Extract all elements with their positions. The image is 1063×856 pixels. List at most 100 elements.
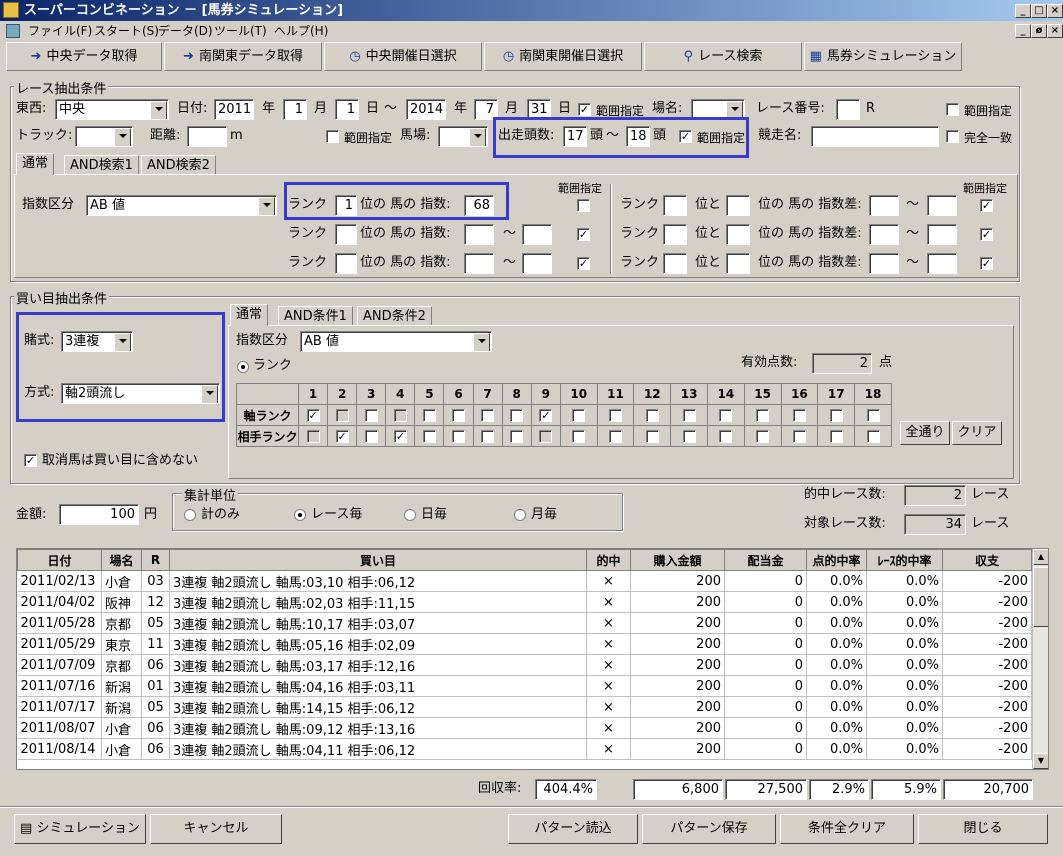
baba-select[interactable] <box>438 126 488 147</box>
axis-rank-checkbox[interactable] <box>364 409 378 422</box>
load-pattern-button[interactable]: パターン読込 <box>508 814 638 844</box>
partner-rank-checkbox[interactable] <box>510 430 524 443</box>
index2-to-input[interactable] <box>522 224 552 245</box>
partner-rank-checkbox[interactable]: ✓ <box>335 430 349 443</box>
agg-month-radio[interactable] <box>514 509 526 521</box>
rank1-input[interactable]: 1 <box>335 195 357 216</box>
index3-from-input[interactable] <box>464 253 494 274</box>
diff3-from[interactable] <box>869 253 899 274</box>
cancel-button[interactable]: キャンセル <box>150 814 282 844</box>
column-header[interactable]: 購入金額 <box>630 549 725 571</box>
axis-rank-checkbox[interactable] <box>572 409 586 422</box>
race-range-checkbox[interactable] <box>946 103 959 116</box>
south-kanto-data-button[interactable]: ➜ 南関東データ取得 <box>164 42 322 71</box>
table-row[interactable]: 2011/08/14 小倉 06 3連複 軸2頭流し 軸馬:04,11 相手:06,1… <box>17 738 1032 760</box>
table-row[interactable]: 2011/02/13 小倉 03 3連複 軸2頭流し 軸馬:03,10 相手:06,1… <box>17 570 1032 592</box>
axis-rank-checkbox[interactable] <box>481 409 495 422</box>
scroll-up-arrow[interactable]: ▲ <box>1033 549 1048 565</box>
column-header[interactable]: R <box>141 549 170 571</box>
vertical-scrollbar[interactable]: ▲ ▼ <box>1032 549 1048 769</box>
runners-to-input[interactable]: 18 <box>626 126 650 147</box>
table-row[interactable]: 2011/07/09 京都 06 3連複 軸2頭流し 軸馬:03,17 相手:12,1… <box>17 654 1032 676</box>
tab-bet-normal[interactable]: 通常 <box>230 304 269 326</box>
table-row[interactable]: 2011/05/28 京都 05 3連複 軸2頭流し 軸馬:10,17 相手:03,0… <box>17 612 1032 634</box>
axis-rank-checkbox[interactable]: ✓ <box>539 409 553 422</box>
diff3-checkbox[interactable]: ✓ <box>980 257 993 270</box>
diff2-rank-b[interactable] <box>726 224 750 245</box>
runners-from-input[interactable]: 17 <box>563 126 587 147</box>
axis-rank-checkbox[interactable] <box>422 409 436 422</box>
bet-type-select[interactable]: 3連複 <box>61 331 133 352</box>
date-range-checkbox[interactable]: ✓ <box>578 103 591 116</box>
diff3-to[interactable] <box>927 253 957 274</box>
amount-input[interactable]: 100 <box>59 504 139 525</box>
column-header[interactable]: 収支 <box>942 549 1032 571</box>
agg-race-radio[interactable] <box>294 509 306 521</box>
partner-rank-checkbox[interactable] <box>829 430 843 443</box>
method-select[interactable]: 軸2頭流し <box>61 383 220 404</box>
partner-rank-checkbox[interactable] <box>452 430 466 443</box>
distance-range-checkbox[interactable] <box>326 130 339 143</box>
table-row[interactable]: 2011/07/16 新潟 01 3連複 軸2頭流し 軸馬:04,16 相手:03,1… <box>17 675 1032 697</box>
maximize-button[interactable]: □ <box>1031 4 1047 18</box>
partner-rank-checkbox[interactable] <box>306 430 320 443</box>
simulation-button[interactable]: ▤ シミュレーション <box>14 814 146 844</box>
close-window-button[interactable]: 閉じる <box>918 814 1048 844</box>
runners-range-checkbox[interactable]: ✓ <box>679 130 692 143</box>
ticket-simulation-button[interactable]: ▦ 馬券シミュレーション <box>804 42 962 71</box>
partner-rank-checkbox[interactable] <box>609 430 623 443</box>
clear-all-button[interactable]: 条件全クリア <box>780 814 914 844</box>
column-header[interactable]: ﾚｰｽ的中率 <box>866 549 943 571</box>
diff2-from[interactable] <box>869 224 899 245</box>
diff2-rank-a[interactable] <box>663 224 687 245</box>
diff3-rank-b[interactable] <box>726 253 750 274</box>
partner-rank-checkbox[interactable] <box>792 430 806 443</box>
bet-index-select[interactable]: AB 値 <box>300 331 492 352</box>
axis-rank-checkbox[interactable] <box>609 409 623 422</box>
column-header[interactable]: 点的中率 <box>806 549 867 571</box>
partner-rank-checkbox[interactable] <box>756 430 770 443</box>
tab-normal[interactable]: 通常 <box>16 153 55 175</box>
scroll-down-arrow[interactable]: ▼ <box>1033 753 1048 769</box>
central-date-button[interactable]: ◷ 中央開催日選択 <box>324 42 482 71</box>
scroll-thumb[interactable] <box>1033 567 1048 627</box>
range2-checkbox[interactable]: ✓ <box>577 228 590 241</box>
exact-match-checkbox[interactable] <box>946 130 959 143</box>
diff1-from[interactable] <box>869 195 899 216</box>
index3-to-input[interactable] <box>522 253 552 274</box>
tab-and-cond2[interactable]: AND条件2 <box>357 306 432 326</box>
range3-checkbox[interactable]: ✓ <box>577 257 590 270</box>
table-row[interactable]: 2011/07/17 新潟 05 3連複 軸2頭流し 軸馬:14,15 相手:06,1… <box>17 696 1032 718</box>
race-search-button[interactable]: ⚲ レース検索 <box>644 42 802 71</box>
column-header[interactable]: 買い目 <box>169 549 587 571</box>
partner-rank-checkbox[interactable] <box>422 430 436 443</box>
partner-rank-checkbox[interactable] <box>682 430 696 443</box>
clear-button[interactable]: クリア <box>952 421 1002 445</box>
axis-rank-checkbox[interactable] <box>393 409 407 422</box>
tab-and-search1[interactable]: AND検索1 <box>64 155 139 175</box>
diff2-checkbox[interactable]: ✓ <box>980 228 993 241</box>
distance-input[interactable] <box>187 126 227 147</box>
agg-day-radio[interactable] <box>404 509 416 521</box>
agg-total-radio[interactable] <box>184 509 196 521</box>
race-number-input[interactable] <box>836 99 860 120</box>
partner-rank-checkbox[interactable] <box>572 430 586 443</box>
year-to-input[interactable]: 2014 <box>406 99 446 120</box>
axis-rank-checkbox[interactable] <box>645 409 659 422</box>
central-data-button[interactable]: ➜ 中央データ取得 <box>6 42 162 71</box>
table-row[interactable]: 2011/08/07 小倉 06 3連複 軸2頭流し 軸馬:09,12 相手:13,1… <box>17 717 1032 739</box>
track-select[interactable] <box>75 126 133 147</box>
axis-rank-checkbox[interactable] <box>510 409 524 422</box>
partner-rank-checkbox[interactable] <box>645 430 659 443</box>
axis-rank-checkbox[interactable] <box>335 409 349 422</box>
results-list[interactable]: 日付 場名 R 買い目 的中 購入金額 配当金 点的中率 ﾚｰｽ的中率 収支 2011/02/13… <box>16 548 1049 770</box>
axis-rank-checkbox[interactable] <box>682 409 696 422</box>
menu-file[interactable]: ファイル(F) <box>28 21 92 41</box>
rank3-input[interactable] <box>335 253 357 274</box>
menu-data[interactable]: データ(D) <box>158 21 213 41</box>
close-button[interactable]: × <box>1047 4 1063 18</box>
month-from-input[interactable]: 1 <box>283 99 307 120</box>
diff1-to[interactable] <box>927 195 957 216</box>
menu-tool[interactable]: ツール(T) <box>214 21 267 41</box>
column-header[interactable]: 場名 <box>101 549 142 571</box>
